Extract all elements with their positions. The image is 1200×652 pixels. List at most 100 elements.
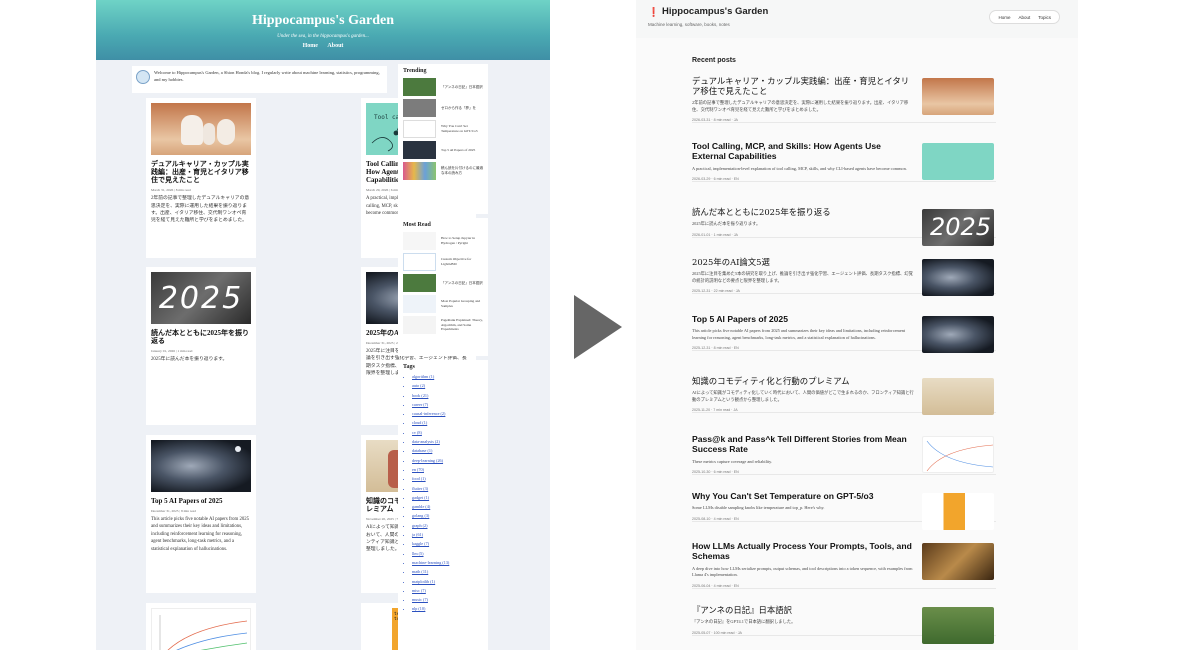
post-thumbnail[interactable]	[922, 143, 994, 180]
nav-about-link[interactable]: About	[1018, 15, 1030, 20]
post-excerpt: A deep dive into how LLMs serialize prom…	[692, 565, 913, 578]
tag-link[interactable]: flutter (3)	[412, 486, 483, 491]
post-meta: 2026-03-31 · 8 min read · JA	[692, 118, 738, 123]
tag-link[interactable]: career (7)	[412, 402, 483, 407]
tag-link[interactable]: food (1)	[412, 476, 483, 481]
tag-link[interactable]: deep-learning (26)	[412, 458, 483, 463]
post-title[interactable]: 『アンネの日記』日本語訳	[692, 605, 914, 615]
post-title[interactable]: 2025年のAI論文5選	[692, 257, 914, 267]
nav-about-link[interactable]: About	[327, 43, 343, 49]
nav-home-link[interactable]: Home	[998, 15, 1010, 20]
old-site-nav: Home About	[96, 43, 550, 49]
most-read-item[interactable]: How to Setup Jupyter in Hydrogen / Pyrig…	[403, 232, 483, 250]
post-thumbnail[interactable]: 2025	[922, 209, 994, 246]
post-thumbnail[interactable]	[922, 493, 994, 530]
post-thumbnail[interactable]	[922, 316, 994, 353]
tag-link[interactable]: database (1)	[412, 448, 483, 453]
most-read-item[interactable]: 「アンネの日記」日本語訳	[403, 274, 483, 292]
post-thumbnail[interactable]	[922, 78, 994, 115]
post-card[interactable]: Top 5 AI Papers of 2025 December 31, 202…	[146, 435, 256, 593]
post-item[interactable]: デュアルキャリア・カップル実践編：出産・育児とイタリア移住で見えたこと 2年前の記…	[692, 76, 996, 124]
tag-link[interactable]: matplotlib (1)	[412, 579, 483, 584]
post-title[interactable]: Top 5 AI Papers of 2025	[692, 314, 914, 324]
trending-item[interactable]: Why You Can't Set Temperature on GPT-5/o…	[403, 120, 483, 138]
most-read-item-label: 「アンネの日記」日本語訳	[441, 280, 483, 285]
post-thumbnail: 2025	[151, 272, 251, 324]
tag-link[interactable]: en (70)	[412, 467, 483, 472]
post-thumbnail[interactable]	[922, 259, 994, 296]
trending-item[interactable]: 積ん読を片付けるのに最適な本の読み方	[403, 162, 483, 180]
post-card[interactable]	[146, 603, 256, 650]
new-site-screenshot: ❗ Hippocampus's Garden Machine learning,…	[636, 0, 1078, 650]
most-read-thumbnail	[403, 274, 436, 292]
most-read-heading: Most Read	[403, 222, 431, 228]
tag-link[interactable]: nlp (10)	[412, 606, 483, 611]
trending-item[interactable]: Top 5 AI Papers of 2025	[403, 141, 483, 159]
tag-link[interactable]: algorithm (1)	[412, 374, 483, 379]
tag-link[interactable]: auto (2)	[412, 383, 483, 388]
trending-item-label: Why You Can't Set Temperature on GPT-5/o…	[441, 124, 478, 133]
tag-link[interactable]: math (11)	[412, 569, 483, 574]
tag-link[interactable]: gamble (4)	[412, 504, 483, 509]
tag-link[interactable]: gadget (1)	[412, 495, 483, 500]
post-title[interactable]: デュアルキャリア・カップル実践編：出産・育児とイタリア移住で見えたこと	[692, 76, 914, 96]
post-title[interactable]: Top 5 AI Papers of 2025	[151, 497, 251, 505]
post-date: March 31, 2026 | 8 min read	[151, 188, 191, 193]
tag-link[interactable]: causal-inference (2)	[412, 411, 483, 416]
post-item[interactable]: 知識のコモディティ化と行動のプレミアム AIによって知識がコモディティ化していく時…	[692, 376, 996, 415]
tag-link[interactable]: misc (7)	[412, 588, 483, 593]
post-excerpt: A practical, implementation-level explan…	[692, 165, 907, 171]
post-item[interactable]: Tool Calling, MCP, and Skills: How Agent…	[692, 141, 996, 183]
post-card[interactable]: 2025 読んだ本とともに2025年を振り返る January 01, 2026…	[146, 267, 256, 425]
nav-home-link[interactable]: Home	[303, 43, 318, 49]
post-title[interactable]: 読んだ本とともに2025年を振り返る	[151, 329, 251, 345]
post-title[interactable]: 知識のコモディティ化と行動のプレミアム	[692, 376, 914, 386]
tag-link[interactable]: cloud (1)	[412, 420, 483, 425]
tag-link[interactable]: graph (2)	[412, 523, 483, 528]
most-read-item[interactable]: PageRank Explained: Theory, Algorithm, a…	[403, 316, 483, 334]
tag-link[interactable]: llm (5)	[412, 551, 483, 556]
most-read-item[interactable]: Most Popular Grouping and Samples	[403, 295, 483, 313]
post-excerpt: This article picks five notable AI paper…	[692, 328, 906, 340]
old-site-screenshot: Hippocampus's Garden Under the sea, in t…	[96, 0, 550, 650]
tag-link[interactable]: cv (8)	[412, 430, 483, 435]
tag-link[interactable]: data-analysis (2)	[412, 439, 483, 444]
most-read-item[interactable]: Custom Objective for LightGBM	[403, 253, 483, 271]
post-item[interactable]: Top 5 AI Papers of 2025 This article pick…	[692, 314, 996, 353]
post-item[interactable]: 『アンネの日記』日本語訳 『アンネの日記』をGPT4.1で日本語に翻訳しました。 2…	[692, 605, 996, 644]
post-excerpt: This article picks five notable AI paper…	[151, 517, 250, 552]
post-item[interactable]: Why You Can't Set Temperature on GPT-5/o…	[692, 491, 996, 530]
post-item[interactable]: Pass@k and Pass^k Tell Different Stories…	[692, 434, 996, 476]
trending-item-label: 「アンネの日記」日本語訳	[441, 84, 483, 89]
trending-item[interactable]: ゼロから作る「夢」を	[403, 99, 483, 117]
post-title[interactable]: Why You Can't Set Temperature on GPT-5/o…	[692, 491, 914, 501]
seahorse-logo-icon[interactable]: ❗	[648, 7, 659, 18]
old-site-header: Hippocampus's Garden Under the sea, in t…	[96, 0, 550, 60]
trending-thumbnail	[403, 120, 436, 138]
tag-link[interactable]: music (7)	[412, 597, 483, 602]
post-title[interactable]: Pass@k and Pass^k Tell Different Stories…	[692, 434, 914, 455]
nav-topics-link[interactable]: Topics	[1038, 15, 1051, 20]
tag-link[interactable]: ja (61)	[412, 532, 483, 537]
post-title[interactable]: 読んだ本とともに2025年を振り返る	[692, 207, 914, 217]
tag-link[interactable]: golang (3)	[412, 513, 483, 518]
post-thumbnail[interactable]	[922, 607, 994, 644]
post-thumbnail[interactable]	[922, 543, 994, 580]
post-title[interactable]: How LLMs Actually Process Your Prompts, …	[692, 541, 914, 562]
post-item[interactable]: 2025年のAI論文5選 2025年に注目を集めた5本の研究を取り上げ、推論を引き…	[692, 257, 996, 296]
post-title[interactable]: デュアルキャリア・カップル実践編：出産・育児とイタリア移住で見えたこと	[151, 160, 251, 184]
post-thumbnail[interactable]	[922, 378, 994, 415]
tag-link[interactable]: kaggle (7)	[412, 541, 483, 546]
old-site-title[interactable]: Hippocampus's Garden	[96, 0, 550, 29]
line-chart-thumbnail	[159, 615, 248, 650]
post-card[interactable]: デュアルキャリア・カップル実践編：出産・育児とイタリア移住で見えたこと Marc…	[146, 98, 256, 258]
new-site-title[interactable]: Hippocampus's Garden	[662, 6, 768, 17]
most-read-item-label: How to Setup Jupyter in Hydrogen / Pyrig…	[441, 236, 476, 245]
trending-item[interactable]: 「アンネの日記」日本語訳	[403, 78, 483, 96]
tag-link[interactable]: machine-learning (13)	[412, 560, 483, 565]
post-thumbnail[interactable]	[922, 436, 994, 473]
post-item[interactable]: 読んだ本とともに2025年を振り返る 2025年に読んだ本を振り返ります。 2026…	[692, 207, 996, 246]
tag-link[interactable]: book (21)	[412, 393, 483, 398]
post-item[interactable]: How LLMs Actually Process Your Prompts, …	[692, 541, 996, 589]
post-title[interactable]: Tool Calling, MCP, and Skills: How Agent…	[692, 141, 914, 162]
